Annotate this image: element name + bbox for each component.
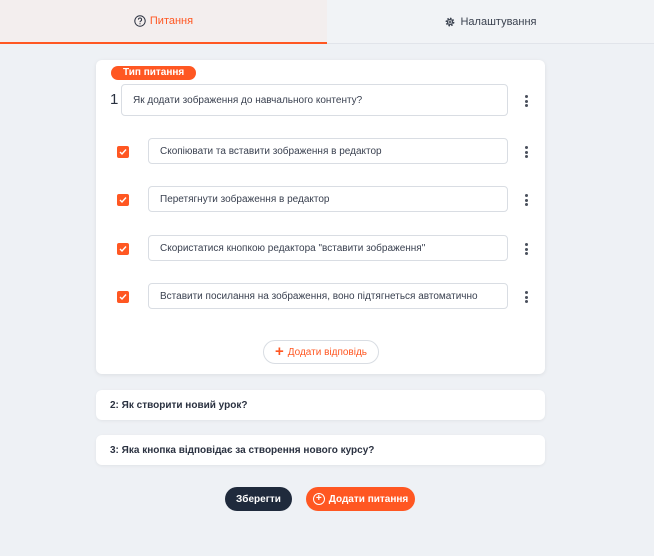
answer-menu-icon-4[interactable] <box>520 290 532 304</box>
question-card-collapsed-2[interactable]: 2: Як створити новий урок? <box>96 390 545 420</box>
answer-input-3[interactable]: Скористатися кнопкою редактора "вставити… <box>148 235 508 261</box>
tab-settings-label: Налаштування <box>460 15 537 28</box>
question-card-expanded: Тип питання 1 Як додати зображення до на… <box>96 60 545 374</box>
answer-menu-icon-2[interactable] <box>520 193 532 207</box>
add-question-button[interactable]: + Додати питання <box>306 487 415 511</box>
question-type-badge[interactable]: Тип питання <box>111 66 197 80</box>
answer-checkbox-1[interactable] <box>117 146 129 158</box>
save-button[interactable]: Зберегти <box>225 487 292 511</box>
question-circle-icon <box>134 15 146 27</box>
plus-icon: + <box>274 343 284 360</box>
tab-settings[interactable]: Налаштування <box>327 0 654 44</box>
question-title-2: 2: Як створити новий урок? <box>110 399 248 411</box>
question-menu-icon[interactable] <box>520 94 532 108</box>
tab-questions[interactable]: Питання <box>0 0 327 44</box>
answer-input-2[interactable]: Перетягнути зображення в редактор <box>148 186 508 212</box>
plus-circle-icon: + <box>312 493 325 505</box>
question-card-collapsed-3[interactable]: 3: Яка кнопка відповідає за створення но… <box>96 435 545 465</box>
question-number: 1 <box>110 91 119 108</box>
answer-checkbox-2[interactable] <box>117 194 129 206</box>
answer-menu-icon-1[interactable] <box>520 145 532 159</box>
add-answer-button[interactable]: + Додати відповідь <box>263 340 379 364</box>
add-answer-label: Додати відповідь <box>287 346 368 358</box>
tab-questions-label: Питання <box>149 15 194 27</box>
answer-checkbox-4[interactable] <box>117 291 129 303</box>
question-title-3: 3: Яка кнопка відповідає за створення но… <box>110 444 375 456</box>
answer-input-4[interactable]: Вставити посилання на зображення, воно п… <box>148 283 508 309</box>
gear-icon <box>444 16 456 28</box>
tab-bar: Питання Налаштування <box>0 0 654 44</box>
question-text-input[interactable]: Як додати зображення до навчального конт… <box>121 84 508 116</box>
answer-menu-icon-3[interactable] <box>520 242 532 256</box>
answer-input-1[interactable]: Скопіювати та вставити зображення в реда… <box>148 138 508 164</box>
add-question-label: Додати питання <box>328 493 409 505</box>
answer-checkbox-3[interactable] <box>117 243 129 255</box>
